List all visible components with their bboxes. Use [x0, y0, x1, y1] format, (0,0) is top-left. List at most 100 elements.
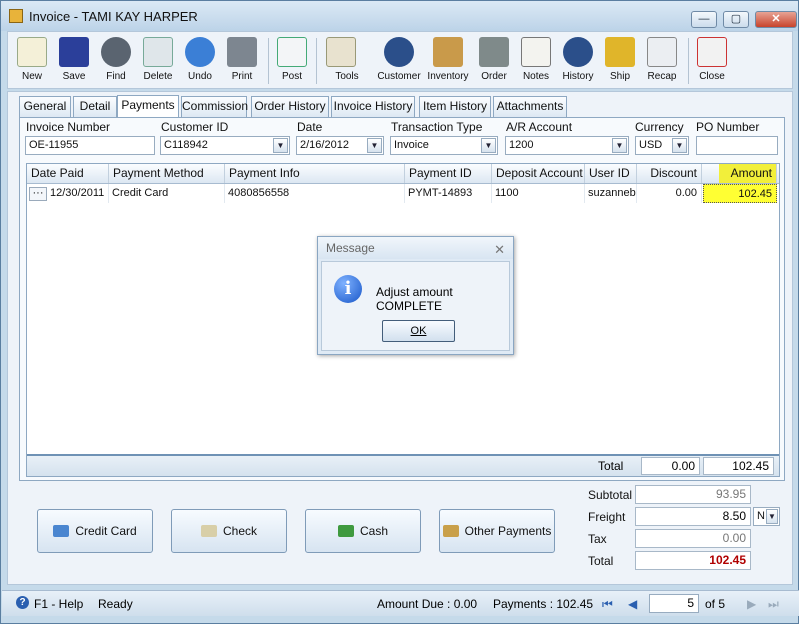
dialog-message: Adjust amount COMPLETE: [376, 285, 453, 313]
last-page-icon[interactable]: ⏭: [768, 597, 779, 612]
check-button[interactable]: Check: [171, 509, 287, 553]
freight-field[interactable]: 8.50: [635, 507, 751, 526]
col-amount[interactable]: Amount: [719, 164, 777, 183]
ship-icon: [605, 37, 635, 67]
status-bar: ? F1 - Help Ready Amount Due : 0.00 Paym…: [2, 590, 799, 616]
tools-button[interactable]: Tools: [320, 34, 374, 88]
toolbar-separator: [688, 38, 689, 84]
close-doc-icon: [697, 37, 727, 67]
cell-date-paid[interactable]: 12/30/2011: [47, 184, 109, 203]
cash-button[interactable]: Cash: [305, 509, 421, 553]
col-discount[interactable]: Discount: [637, 164, 702, 183]
subtotal-value: 93.95: [635, 485, 751, 504]
cell-amount[interactable]: 102.45: [703, 184, 777, 203]
chevron-down-icon[interactable]: ▼: [367, 138, 382, 153]
customer-button[interactable]: Customer: [376, 34, 422, 88]
recap-button[interactable]: Recap: [642, 34, 682, 88]
printer-icon: [227, 37, 257, 67]
customer-id-label: Customer ID: [161, 120, 229, 134]
tax-label: Tax: [588, 532, 607, 546]
chevron-down-icon[interactable]: ▼: [273, 138, 288, 153]
title-bar[interactable]: Invoice - TAMI KAY HARPER — ▢ ✕: [1, 1, 798, 31]
history-button[interactable]: History: [558, 34, 598, 88]
undo-button[interactable]: Undo: [180, 34, 220, 88]
tab-invoice-history[interactable]: Invoice History: [331, 96, 415, 117]
inventory-button[interactable]: Inventory: [424, 34, 472, 88]
dialog-title-bar[interactable]: Message ✕: [318, 237, 513, 259]
date-field[interactable]: 2/16/2012 ▼: [296, 136, 384, 155]
next-page-icon[interactable]: ▶: [747, 597, 756, 611]
cell-payment-method[interactable]: Credit Card: [109, 184, 225, 203]
currency-select[interactable]: USD ▼: [635, 136, 689, 155]
invoice-window: Invoice - TAMI KAY HARPER — ▢ ✕ New Save…: [0, 0, 799, 624]
window-title: Invoice - TAMI KAY HARPER: [29, 9, 198, 24]
help-label[interactable]: F1 - Help: [34, 597, 83, 611]
save-button[interactable]: Save: [54, 34, 94, 88]
delete-button[interactable]: Delete: [138, 34, 178, 88]
prev-page-icon[interactable]: ◀: [628, 597, 637, 611]
other-payments-button[interactable]: Other Payments: [439, 509, 555, 553]
total-discount-value: 0.00: [641, 457, 700, 475]
chevron-down-icon[interactable]: ▼: [766, 509, 778, 524]
tab-commission[interactable]: Commission: [181, 96, 248, 117]
save-icon: [59, 37, 89, 67]
print-button[interactable]: Print: [222, 34, 262, 88]
invoice-number-label: Invoice Number: [26, 120, 111, 134]
col-payment-id[interactable]: Payment ID: [405, 164, 492, 183]
cell-deposit-account[interactable]: 1100: [492, 184, 585, 203]
chevron-down-icon[interactable]: ▼: [672, 138, 687, 153]
grid-total-label: Total: [598, 459, 624, 473]
undo-icon: [185, 37, 215, 67]
help-icon[interactable]: ?: [16, 596, 29, 609]
binoculars-icon: [101, 37, 131, 67]
toolbar: New Save Find Delete Undo Print Post Too…: [7, 31, 793, 89]
cell-discount[interactable]: 0.00: [637, 184, 702, 203]
row-ellipsis-button[interactable]: ···: [29, 187, 47, 201]
invoice-number-field[interactable]: OE-11955: [25, 136, 155, 155]
cell-payment-info[interactable]: 4080856558: [225, 184, 405, 203]
new-icon: [17, 37, 47, 67]
chevron-down-icon[interactable]: ▼: [612, 138, 627, 153]
cell-payment-id[interactable]: PYMT-14893: [405, 184, 492, 203]
ar-account-select[interactable]: 1200 ▼: [505, 136, 629, 155]
page-number-field[interactable]: 5: [649, 594, 699, 613]
message-dialog: Message ✕ i Adjust amount COMPLETE OK: [317, 236, 514, 355]
close-window-button[interactable]: ✕: [755, 11, 797, 28]
po-number-field[interactable]: [696, 136, 778, 155]
first-page-icon[interactable]: ⏮: [602, 597, 613, 612]
col-deposit-account[interactable]: Deposit Account: [492, 164, 585, 183]
col-user-id[interactable]: User ID: [585, 164, 637, 183]
ok-button[interactable]: OK: [382, 320, 455, 342]
tab-attachments[interactable]: Attachments: [493, 96, 567, 117]
tab-general[interactable]: General: [19, 96, 71, 117]
tab-order-history[interactable]: Order History: [251, 96, 329, 117]
close-button[interactable]: Close: [692, 34, 732, 88]
customer-id-field[interactable]: C118942 ▼: [160, 136, 290, 155]
ship-button[interactable]: Ship: [600, 34, 640, 88]
transaction-type-label: Transaction Type: [391, 120, 483, 134]
cell-user-id[interactable]: suzanneb: [585, 184, 637, 203]
chevron-down-icon[interactable]: ▼: [481, 138, 496, 153]
freight-code-select[interactable]: N ▼: [753, 507, 780, 526]
tab-payments[interactable]: Payments: [117, 95, 179, 118]
tab-detail[interactable]: Detail: [73, 96, 117, 117]
dialog-close-icon[interactable]: ✕: [494, 239, 505, 261]
col-payment-info[interactable]: Payment Info: [225, 164, 405, 183]
col-date-paid[interactable]: Date Paid: [27, 164, 109, 183]
maximize-button[interactable]: ▢: [723, 11, 749, 28]
transaction-type-select[interactable]: Invoice ▼: [390, 136, 498, 155]
credit-card-button[interactable]: Credit Card: [37, 509, 153, 553]
notes-button[interactable]: Notes: [516, 34, 556, 88]
order-button[interactable]: Order: [474, 34, 514, 88]
new-button[interactable]: New: [12, 34, 52, 88]
post-button[interactable]: Post: [272, 34, 312, 88]
dialog-title: Message: [326, 241, 375, 255]
col-payment-method[interactable]: Payment Method: [109, 164, 225, 183]
minimize-button[interactable]: —: [691, 11, 717, 28]
find-button[interactable]: Find: [96, 34, 136, 88]
date-label: Date: [297, 120, 323, 134]
recap-icon: [647, 37, 677, 67]
payments-text: Payments : 102.45: [493, 597, 594, 611]
tab-item-history[interactable]: Item History: [419, 96, 491, 117]
cash-icon: [337, 525, 354, 537]
